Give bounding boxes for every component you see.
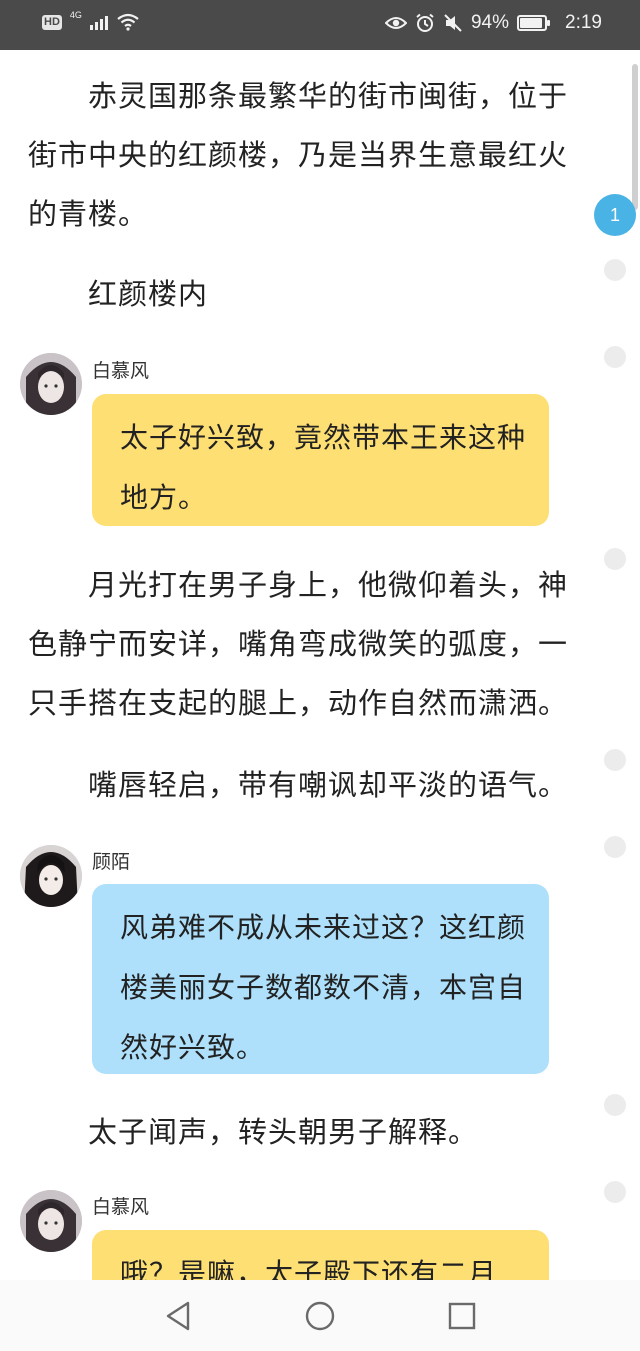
status-left: HD 4G <box>42 10 140 31</box>
status-bar: HD 4G 94% 2:19 <box>0 0 640 50</box>
avatar[interactable] <box>20 1190 82 1252</box>
status-right: 94% 2:19 <box>384 12 602 34</box>
home-icon[interactable] <box>298 1294 342 1338</box>
eye-icon <box>384 17 407 29</box>
signal-icon <box>89 14 108 30</box>
navigation-bar <box>0 1280 640 1351</box>
comment-dot[interactable] <box>604 259 626 281</box>
alarm-icon <box>416 13 434 32</box>
battery-level <box>520 18 542 28</box>
dialogue-bubble[interactable]: 太子好兴致，竟然带本王来这种地方。 <box>92 394 549 526</box>
back-icon[interactable] <box>156 1294 200 1338</box>
narration-paragraph: 月光打在男子身上，他微仰着头，神色静宁而安详，嘴角弯成微笑的弧度，一只手搭在支起… <box>28 568 569 720</box>
narration-paragraph: 太子闻声，转头朝男子解释。 <box>88 1115 479 1149</box>
recents-icon[interactable] <box>440 1294 484 1338</box>
hd-badge: HD <box>42 14 62 30</box>
story-content[interactable]: 赤灵国那条最繁华的街市闽街，位于街市中央的红颜楼，乃是当界生意最红火的青楼。 红… <box>0 50 640 1280</box>
dialogue-bubble[interactable]: 风弟难不成从未来过这？这红颜楼美丽女子数都数不清，本宫自然好兴致。 <box>92 884 549 1074</box>
avatar[interactable] <box>20 353 82 415</box>
avatar[interactable] <box>20 845 82 907</box>
dialogue-bubble[interactable]: 哦？是嘛，太子殿下还有二月 <box>92 1230 549 1280</box>
narration-paragraph: 红颜楼内 <box>88 277 209 311</box>
comment-count-badge[interactable]: 1 <box>594 194 636 236</box>
speaker-name: 白慕风 <box>92 1196 150 1218</box>
comment-dot[interactable] <box>604 749 626 771</box>
scrollbar[interactable] <box>632 64 638 210</box>
comment-dot[interactable] <box>604 548 626 570</box>
clock: 2:19 <box>565 12 602 33</box>
comment-dot[interactable] <box>604 1094 626 1116</box>
comment-dot[interactable] <box>604 346 626 368</box>
battery-percent: 94% <box>470 12 510 33</box>
network-label: 4G <box>69 10 82 20</box>
narration-paragraph: 嘴唇轻启，带有嘲讽却平淡的语气。 <box>88 768 569 802</box>
speaker-name: 白慕风 <box>92 360 150 382</box>
battery-icon <box>517 15 551 31</box>
comment-dot[interactable] <box>604 1181 626 1203</box>
speaker-name: 顾陌 <box>92 851 131 873</box>
mute-icon <box>444 14 462 32</box>
comment-dot[interactable] <box>604 836 626 858</box>
wifi-icon <box>117 13 139 31</box>
narration-paragraph: 赤灵国那条最繁华的街市闽街，位于街市中央的红颜楼，乃是当界生意最红火的青楼。 <box>28 79 569 231</box>
